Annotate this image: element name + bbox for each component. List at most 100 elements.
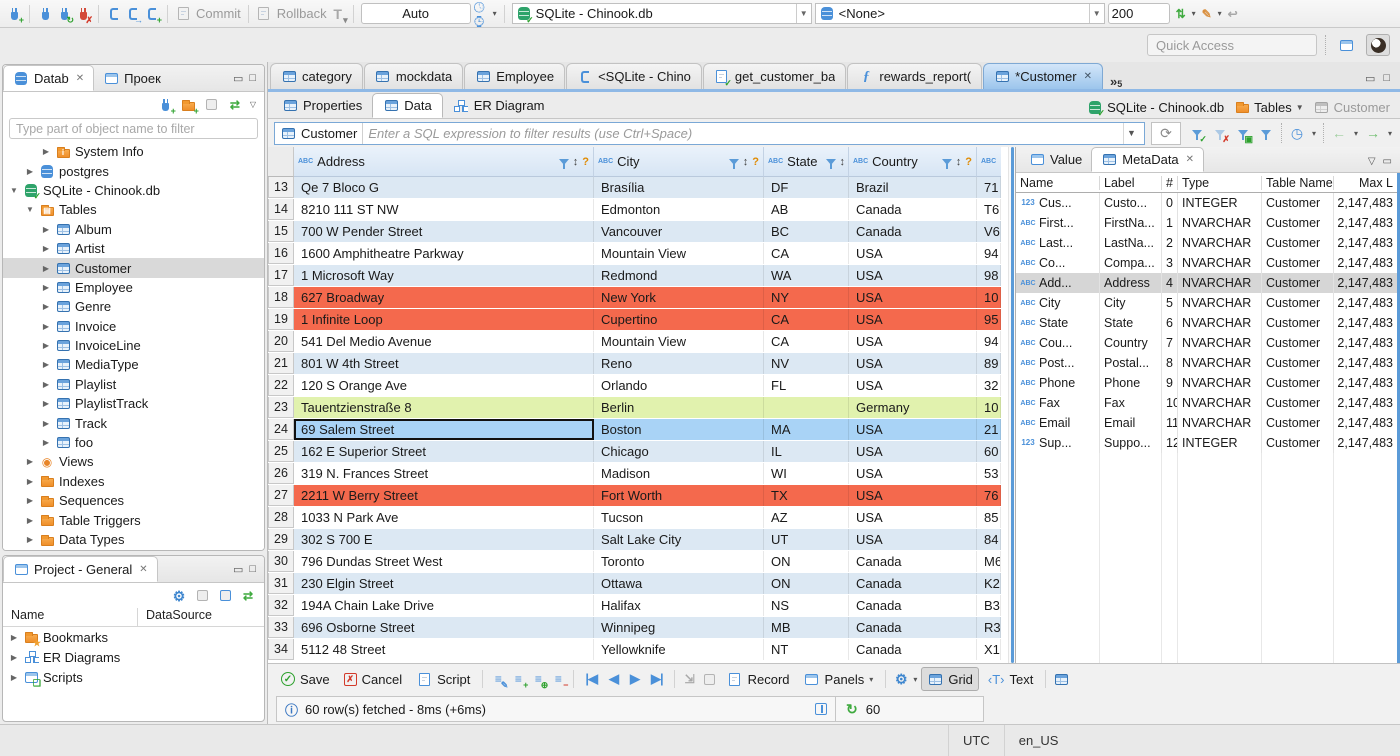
cell-country[interactable]: USA (849, 441, 977, 462)
tree-item-views[interactable]: ▶ ◉ Views (3, 452, 264, 471)
tree-item-tables[interactable]: ▼ ▤ Tables (3, 200, 264, 219)
project-item-er-diagrams[interactable]: ▶ ER Diagrams (3, 647, 264, 667)
maximize-icon[interactable]: □ (1383, 72, 1390, 85)
filter-icon[interactable] (558, 158, 569, 169)
table-row-22[interactable]: 22 120 S Orange Ave Orlando FL USA 32 (268, 375, 1008, 397)
column-header-address[interactable]: ABC Address ↕? (294, 147, 594, 177)
row-number[interactable]: 27 (268, 485, 294, 506)
cell-city[interactable]: Mountain View (594, 243, 764, 264)
new-connection-icon[interactable]: + (6, 6, 24, 24)
remove-filter-icon[interactable]: ✗ (1212, 125, 1230, 144)
metadata-row-city[interactable]: ABC City City 5 NVARCHAR Customer 2,147,483 (1016, 293, 1397, 313)
metadata-row-state[interactable]: ABC State State 6 NVARCHAR Customer 2,147,483 (1016, 313, 1397, 333)
view-menu-icon[interactable]: ▽ (250, 100, 256, 109)
cell-postal[interactable]: 84 (977, 529, 1001, 550)
metadata-row-firstna[interactable]: ABC First... FirstNa... 1 NVARCHAR Customer 2,… (1016, 213, 1397, 233)
refresh-count-icon[interactable]: ↻ (846, 701, 858, 718)
cell-postal[interactable]: 98 (977, 265, 1001, 286)
cell-address[interactable]: 319 N. Frances Street (294, 463, 594, 484)
cell-state[interactable]: DF (764, 177, 849, 198)
tree-item-employee[interactable]: ▶ Employee (3, 278, 264, 297)
editor-tab-category[interactable]: category (270, 63, 363, 89)
metadata-row-postal[interactable]: ABC Post... Postal... 8 NVARCHAR Customer 2,14… (1016, 353, 1397, 373)
apply-filter-icon[interactable]: ✓ (1189, 125, 1207, 144)
expand-arrow-icon[interactable]: ▶ (41, 360, 51, 369)
brush-icon[interactable]: ✎ (1199, 6, 1215, 22)
column-name[interactable]: Name (1016, 175, 1100, 190)
cell-state[interactable]: CA (764, 331, 849, 352)
fetch-size-input[interactable]: 200 (1107, 3, 1170, 24)
cell-postal[interactable]: 53 (977, 463, 1001, 484)
cell-postal[interactable]: B3 (977, 595, 1001, 616)
table-row-18[interactable]: 18 627 Broadway New York NY USA 10 (268, 287, 1008, 309)
table-row-26[interactable]: 26 319 N. Frances Street Madison WI USA 53 (268, 463, 1008, 485)
duplicate-row-icon[interactable]: ≡ ⊕ (530, 671, 549, 690)
table-row-16[interactable]: 16 1600 Amphitheatre Parkway Mountain View… (268, 243, 1008, 265)
expand-arrow-icon[interactable]: ▶ (41, 399, 51, 408)
cell-postal[interactable]: 10 (977, 397, 1001, 418)
table-row-24[interactable]: 24 69 Salem Street Boston MA USA 21 (268, 419, 1008, 441)
tab-database-navigator[interactable]: Datab ✕ (3, 65, 95, 91)
quick-access-input[interactable] (1147, 34, 1317, 56)
table-row-19[interactable]: 19 1 Infinite Loop Cupertino CA USA 95 (268, 309, 1008, 331)
timezone-indicator[interactable]: UTC (948, 725, 1004, 756)
cell-country[interactable]: USA (849, 463, 977, 484)
close-icon[interactable]: ✕ (1084, 71, 1092, 82)
new-folder-icon[interactable]: + (181, 97, 199, 115)
cell-address[interactable]: 696 Osborne Street (294, 617, 594, 638)
sync-caret[interactable]: ▾ (1192, 9, 1196, 18)
view-menu-icon[interactable]: ▽ (1368, 156, 1376, 167)
table-row-31[interactable]: 31 230 Elgin Street Ottawa ON Canada K2 (268, 573, 1008, 595)
tab-data[interactable]: Data (372, 93, 443, 118)
open-sql-editor-icon[interactable]: → (125, 6, 143, 24)
new-connection-icon[interactable]: + (158, 97, 176, 115)
cell-country[interactable]: Canada (849, 595, 977, 616)
cell-city[interactable]: Halifax (594, 595, 764, 616)
metadata-row-lastna[interactable]: ABC Last... LastNa... 2 NVARCHAR Customer 2,14… (1016, 233, 1397, 253)
sort-icon[interactable]: ↕ (743, 156, 749, 168)
cell-city[interactable]: Orlando (594, 375, 764, 396)
editor-tab-rewards-report[interactable]: ƒ rewards_report( (847, 63, 983, 89)
cell-address[interactable]: 541 Del Medio Avenue (294, 331, 594, 352)
cell-city[interactable]: Winnipeg (594, 617, 764, 638)
cell-country[interactable]: USA (849, 243, 977, 264)
cell-state[interactable]: FL (764, 375, 849, 396)
cell-city[interactable]: Edmonton (594, 199, 764, 220)
gear-icon[interactable]: ⚙ (893, 671, 909, 687)
cell-state[interactable]: BC (764, 221, 849, 242)
text-view-button[interactable]: ‹T› Text (983, 669, 1038, 690)
cell-postal[interactable]: 94 (977, 243, 1001, 264)
sort-icon[interactable]: ↕ (840, 156, 846, 168)
cell-state[interactable]: TX (764, 485, 849, 506)
connect-icon[interactable] (37, 6, 53, 22)
metadata-row-address[interactable]: ABC Add... Address 4 NVARCHAR Customer 2,147,4… (1016, 273, 1397, 293)
cell-state[interactable]: NY (764, 287, 849, 308)
expand-arrow-icon[interactable]: ▶ (41, 438, 51, 447)
expand-arrow-icon[interactable]: ▶ (41, 264, 51, 273)
save-button[interactable]: ✓ Save (276, 669, 335, 690)
cell-city[interactable]: Reno (594, 353, 764, 374)
back-arrow-icon[interactable]: ← (1331, 125, 1347, 141)
dbeaver-perspective-button[interactable] (1366, 34, 1390, 56)
cell-state[interactable]: MA (764, 419, 849, 440)
expand-arrow-icon[interactable]: ▶ (9, 673, 19, 682)
cell-country[interactable]: Canada (849, 639, 977, 660)
column-label[interactable]: Label (1100, 175, 1162, 190)
cell-country[interactable]: USA (849, 529, 977, 550)
expand-arrow-icon[interactable]: ▶ (25, 477, 35, 486)
cell-state[interactable]: AZ (764, 507, 849, 528)
calc-panel-icon[interactable] (1053, 671, 1069, 687)
collapse-all-icon[interactable] (194, 588, 210, 604)
editor-tab-employee[interactable]: Employee (464, 63, 566, 89)
commit-label[interactable]: Commit (196, 6, 241, 21)
expand-arrow-icon[interactable]: ▶ (25, 457, 35, 466)
cell-postal[interactable]: 71 (977, 177, 1001, 198)
row-number[interactable]: 14 (268, 199, 294, 220)
tree-item-artist[interactable]: ▶ Artist (3, 239, 264, 258)
table-row-23[interactable]: 23 Tauentzienstraße 8 Berlin Germany 10 (268, 397, 1008, 419)
project-item-bookmarks[interactable]: ▶ ★ Bookmarks (3, 627, 264, 648)
previous-row-button[interactable]: ◀ (605, 671, 622, 687)
tree-item-system-info[interactable]: ▶ i System Info (3, 142, 264, 161)
expand-arrow-icon[interactable]: ▶ (41, 147, 51, 156)
cell-city[interactable]: Yellowknife (594, 639, 764, 660)
